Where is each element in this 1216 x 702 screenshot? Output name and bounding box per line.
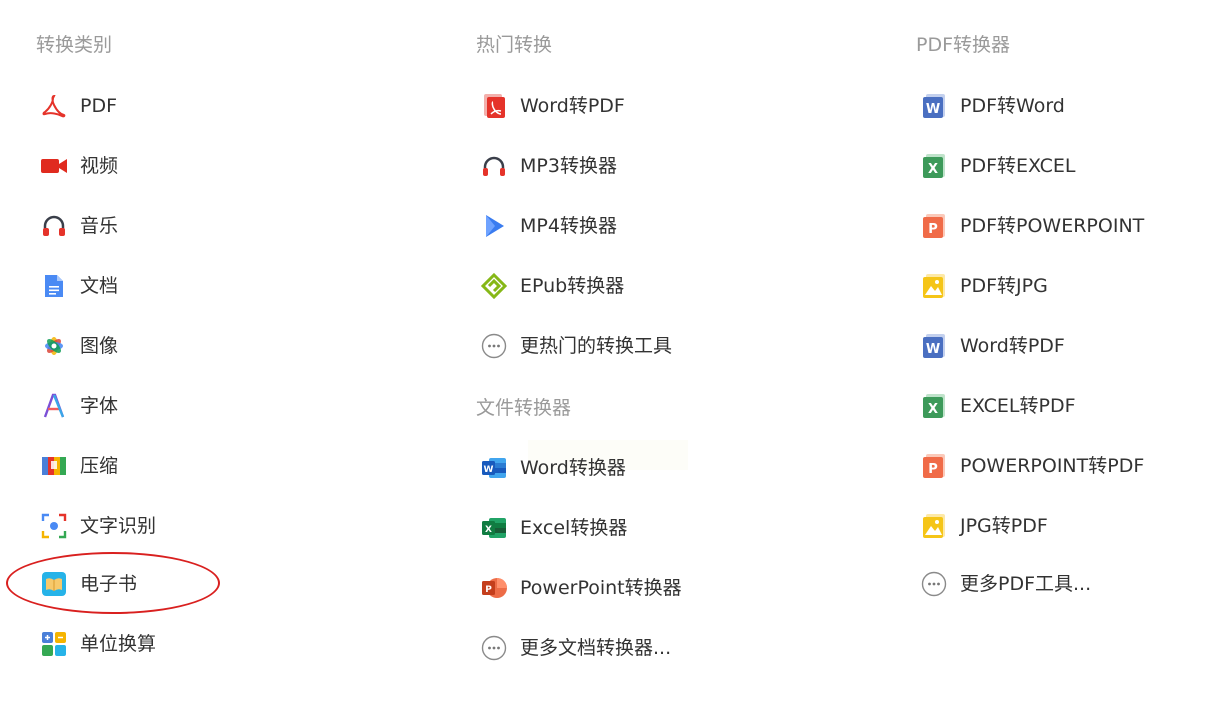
file-converters-title: 文件转换器 bbox=[476, 397, 572, 419]
headphones-icon bbox=[40, 212, 68, 240]
epub-logo-icon bbox=[480, 272, 508, 300]
excel-logo-icon: X bbox=[480, 514, 508, 542]
file-item-powerpoint[interactable]: P PowerPoint转换器 bbox=[480, 572, 682, 604]
category-item-ocr[interactable]: 文字识别 bbox=[40, 510, 156, 542]
category-item-image[interactable]: 图像 bbox=[40, 330, 118, 362]
category-label: 音乐 bbox=[80, 215, 119, 237]
excel-doc-icon: X bbox=[920, 152, 948, 180]
category-label: 文字识别 bbox=[80, 515, 157, 537]
popular-item-mp4[interactable]: MP4转换器 bbox=[480, 210, 617, 242]
category-item-ebook[interactable]: 电子书 bbox=[40, 568, 137, 600]
pdf-label: POWERPOINT转PDF bbox=[960, 455, 1145, 477]
popular-label: EPub转换器 bbox=[520, 275, 625, 297]
more-dots-circle-icon bbox=[480, 332, 508, 360]
pdf-item-to-jpg[interactable]: PDF转JPG bbox=[920, 270, 1048, 302]
category-label: 单位换算 bbox=[80, 633, 157, 655]
powerpoint-doc-icon: P bbox=[920, 212, 948, 240]
file-item-more[interactable]: 更多文档转换器... bbox=[480, 632, 671, 664]
popular-label: 更热门的转换工具 bbox=[520, 335, 673, 357]
file-item-excel[interactable]: X Excel转换器 bbox=[480, 512, 627, 544]
ocr-scan-icon bbox=[40, 512, 68, 540]
unit-conversion-icon bbox=[40, 630, 68, 658]
category-item-music[interactable]: 音乐 bbox=[40, 210, 118, 242]
pdf-item-jpg-to-pdf[interactable]: JPG转PDF bbox=[920, 510, 1048, 542]
font-letter-a-icon bbox=[40, 392, 68, 420]
category-item-video[interactable]: 视频 bbox=[40, 150, 118, 182]
category-label: 电子书 bbox=[80, 573, 138, 595]
popular-title: 热门转换 bbox=[476, 34, 553, 56]
categories-title: 转换类别 bbox=[36, 34, 113, 56]
category-item-compress[interactable]: 压缩 bbox=[40, 450, 118, 482]
word-doc-icon: W bbox=[920, 92, 948, 120]
pdf-item-more[interactable]: 更多PDF工具... bbox=[920, 568, 1091, 600]
pdf-label: JPG转PDF bbox=[960, 515, 1048, 537]
file-label: Excel转换器 bbox=[520, 517, 628, 539]
category-item-pdf[interactable]: PDF bbox=[40, 90, 117, 122]
svg-text:X: X bbox=[485, 525, 492, 535]
category-label: 文档 bbox=[80, 275, 119, 297]
play-triangle-icon bbox=[480, 212, 508, 240]
pdf-label: PDF转JPG bbox=[960, 275, 1048, 297]
svg-text:X: X bbox=[928, 162, 938, 177]
pdf-acrobat-icon bbox=[40, 92, 68, 120]
svg-text:W: W bbox=[926, 102, 940, 117]
jpg-image-icon bbox=[920, 512, 948, 540]
file-label: 更多文档转换器... bbox=[520, 637, 672, 659]
popular-label: Word转PDF bbox=[520, 95, 625, 117]
ebook-icon bbox=[40, 570, 68, 598]
pdf-item-powerpoint-to-pdf[interactable]: P POWERPOINT转PDF bbox=[920, 450, 1144, 482]
pdf-item-to-powerpoint[interactable]: P PDF转POWERPOINT bbox=[920, 210, 1144, 242]
popular-item-epub[interactable]: EPub转换器 bbox=[480, 270, 624, 302]
svg-text:W: W bbox=[484, 465, 494, 475]
headphones-icon bbox=[480, 152, 508, 180]
svg-text:P: P bbox=[928, 462, 938, 477]
excel-doc-icon: X bbox=[920, 392, 948, 420]
jpg-image-icon bbox=[920, 272, 948, 300]
popular-label: MP3转换器 bbox=[520, 155, 617, 177]
photos-flower-icon bbox=[40, 332, 68, 360]
category-label: 图像 bbox=[80, 335, 119, 357]
category-label: 压缩 bbox=[80, 455, 119, 477]
category-item-unit-conversion[interactable]: 单位换算 bbox=[40, 628, 156, 660]
pdf-converters-title: PDF转换器 bbox=[916, 34, 1011, 56]
pdf-item-to-excel[interactable]: X PDF转EXCEL bbox=[920, 150, 1076, 182]
svg-text:W: W bbox=[926, 342, 940, 357]
svg-text:P: P bbox=[928, 222, 938, 237]
category-item-font[interactable]: 字体 bbox=[40, 390, 118, 422]
video-camera-icon bbox=[40, 152, 68, 180]
pdf-file-icon bbox=[480, 92, 508, 120]
word-logo-icon: W bbox=[480, 454, 508, 482]
powerpoint-logo-icon: P bbox=[480, 574, 508, 602]
document-icon bbox=[40, 272, 68, 300]
pdf-item-word-to-pdf[interactable]: W Word转PDF bbox=[920, 330, 1065, 362]
file-label: PowerPoint转换器 bbox=[520, 577, 682, 599]
pdf-label: PDF转Word bbox=[960, 95, 1065, 117]
more-dots-circle-icon bbox=[480, 634, 508, 662]
popular-label: MP4转换器 bbox=[520, 215, 617, 237]
category-label: 视频 bbox=[80, 155, 119, 177]
pdf-label: 更多PDF工具... bbox=[960, 573, 1092, 595]
file-label: Word转换器 bbox=[520, 457, 626, 479]
popular-item-more[interactable]: 更热门的转换工具 bbox=[480, 330, 672, 362]
more-dots-circle-icon bbox=[920, 570, 948, 598]
pdf-label: EXCEL转PDF bbox=[960, 395, 1076, 417]
pdf-label: PDF转POWERPOINT bbox=[960, 215, 1145, 237]
pdf-item-to-word[interactable]: W PDF转Word bbox=[920, 90, 1065, 122]
pdf-item-excel-to-pdf[interactable]: X EXCEL转PDF bbox=[920, 390, 1076, 422]
archive-compress-icon bbox=[40, 452, 68, 480]
svg-text:P: P bbox=[485, 585, 492, 595]
category-label: PDF bbox=[80, 95, 118, 117]
file-item-word[interactable]: W Word转换器 bbox=[480, 452, 626, 484]
pdf-label: Word转PDF bbox=[960, 335, 1065, 357]
word-doc-icon: W bbox=[920, 332, 948, 360]
pdf-label: PDF转EXCEL bbox=[960, 155, 1076, 177]
popular-item-mp3[interactable]: MP3转换器 bbox=[480, 150, 617, 182]
powerpoint-doc-icon: P bbox=[920, 452, 948, 480]
popular-item-word-to-pdf[interactable]: Word转PDF bbox=[480, 90, 625, 122]
category-label: 字体 bbox=[80, 395, 119, 417]
category-item-document[interactable]: 文档 bbox=[40, 270, 118, 302]
svg-text:X: X bbox=[928, 402, 938, 417]
